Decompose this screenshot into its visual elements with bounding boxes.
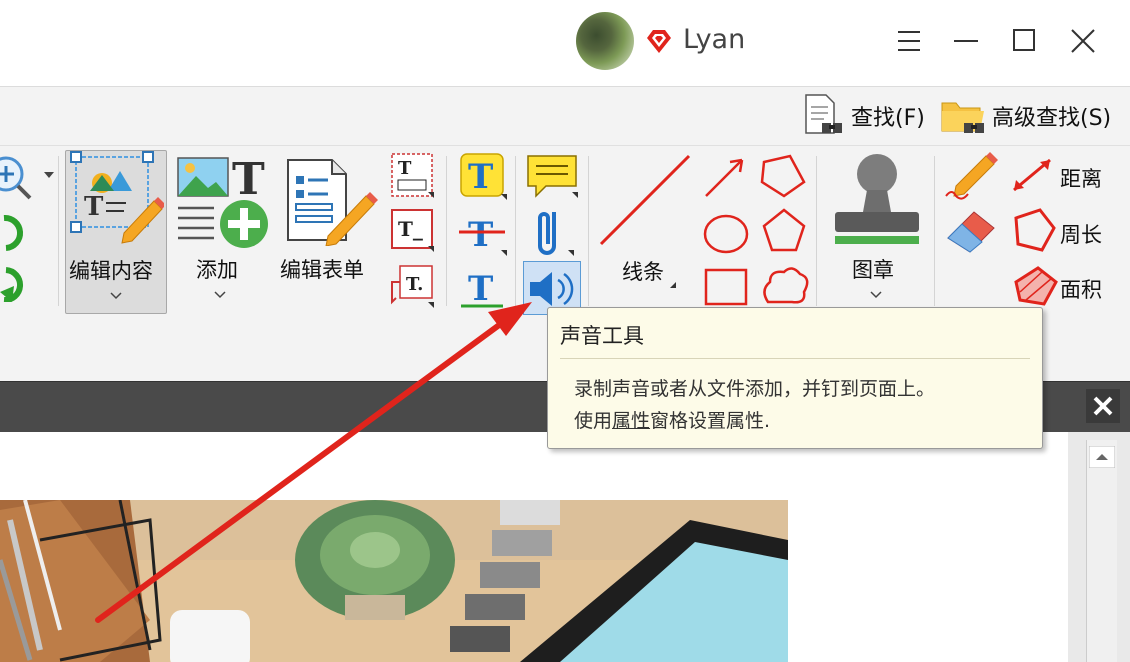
- rotate-right-icon[interactable]: [0, 267, 24, 302]
- arrow-icon[interactable]: [705, 158, 744, 197]
- tooltip-title: 声音工具: [560, 324, 644, 348]
- stamp-icon: [835, 154, 919, 244]
- add-label: 添加: [196, 258, 238, 282]
- vip-badge-icon: [647, 30, 671, 53]
- attachment-icon[interactable]: [538, 212, 574, 256]
- tooltip-description: 录制声音或者从文件添加，并钉到页面上。: [574, 378, 936, 400]
- stamp-button[interactable]: 图章: [825, 150, 929, 312]
- underline-icon[interactable]: T: [461, 269, 503, 309]
- lines-label[interactable]: 线条: [622, 256, 664, 286]
- rotate-left-icon[interactable]: [3, 214, 24, 251]
- maximize-icon[interactable]: [1006, 22, 1042, 58]
- stamp-label: 图章: [852, 258, 894, 282]
- svg-text:T: T: [84, 192, 104, 222]
- pentagon-icon[interactable]: [762, 208, 806, 252]
- separator: [58, 156, 59, 306]
- properties-link[interactable]: 属性: [612, 410, 650, 432]
- tooltip-divider: [560, 358, 1030, 359]
- separator: [934, 156, 935, 306]
- text-field-icon[interactable]: T: [391, 153, 434, 198]
- typewriter-icon[interactable]: T: [460, 153, 507, 200]
- zoom-rotate-group: [0, 156, 54, 302]
- polygon-outline-icon[interactable]: [760, 154, 806, 198]
- chevron-down-icon: [214, 291, 226, 299]
- zoom-in-icon[interactable]: [0, 156, 32, 200]
- username[interactable]: Lyan: [683, 24, 745, 55]
- sticky-note-icon[interactable]: [527, 155, 578, 198]
- minimize-icon[interactable]: [948, 22, 984, 58]
- separator: [816, 156, 817, 306]
- edit-content-icon: T: [70, 151, 164, 244]
- chevron-down-icon: [110, 292, 122, 300]
- dropdown-arrow-icon[interactable]: [44, 172, 54, 178]
- document-photo: [0, 500, 788, 662]
- area-icon[interactable]: [1014, 266, 1058, 306]
- separator: [588, 156, 589, 306]
- svg-text:T: T: [468, 157, 493, 197]
- advanced-find-icon[interactable]: [940, 95, 988, 139]
- edit-form-icon: [287, 159, 378, 246]
- search-toolbar: 查找(F) 高级查找(S): [0, 87, 1130, 146]
- edit-form-label: 编辑表单: [280, 258, 364, 282]
- vertical-scrollbar[interactable]: [1086, 440, 1117, 662]
- tooltip-text: 使用: [574, 410, 613, 432]
- svg-text:T.: T.: [406, 274, 423, 295]
- menu-icon[interactable]: [890, 22, 926, 58]
- perimeter-icon[interactable]: [1014, 208, 1056, 252]
- svg-text:T_: T_: [398, 217, 423, 241]
- drawing-tools: [945, 152, 998, 253]
- edit-content-label: 编辑内容: [69, 259, 153, 283]
- text-markup-tools: T T T: [459, 153, 507, 309]
- speaker-icon: [530, 272, 574, 306]
- dropdown-arrow-icon[interactable]: [668, 280, 678, 290]
- add-button[interactable]: T 添加: [172, 150, 272, 312]
- svg-text:T: T: [232, 154, 265, 205]
- title-bar: Lyan: [0, 0, 1130, 87]
- perimeter-label[interactable]: 周长: [1060, 219, 1102, 249]
- area-label[interactable]: 面积: [1060, 274, 1102, 304]
- edit-content-button[interactable]: T 编辑内容: [65, 150, 167, 314]
- distance-icon[interactable]: [1013, 158, 1051, 192]
- separator: [515, 156, 516, 306]
- svg-text:T: T: [468, 269, 493, 309]
- callout-icon[interactable]: T.: [391, 265, 434, 308]
- avatar[interactable]: [576, 12, 634, 70]
- advanced-find-button[interactable]: 高级查找(S): [992, 100, 1111, 132]
- text-field-tools: T T_ T.: [391, 153, 434, 308]
- shape-tools: [703, 154, 809, 306]
- chevron-down-icon: [870, 291, 882, 299]
- tooltip-description-line2: 使用属性窗格设置属性.: [574, 406, 770, 433]
- text-box-icon[interactable]: T_: [391, 209, 434, 252]
- svg-text:T: T: [398, 158, 412, 179]
- add-icon: T: [177, 154, 268, 248]
- scroll-up-icon[interactable]: [1089, 446, 1115, 468]
- tooltip-text: 窗格设置属性.: [650, 410, 771, 432]
- rectangle-icon[interactable]: [704, 268, 748, 306]
- measure-tools: [1013, 158, 1058, 306]
- comment-tools: [527, 155, 578, 306]
- svg-text:T: T: [468, 215, 493, 255]
- eraser-icon[interactable]: [947, 211, 995, 253]
- edit-form-button[interactable]: 编辑表单: [278, 150, 382, 312]
- close-window-icon[interactable]: [1064, 22, 1100, 58]
- ellipse-icon[interactable]: [703, 214, 749, 254]
- separator: [446, 156, 447, 306]
- line-icon[interactable]: [595, 152, 695, 252]
- strikeout-icon[interactable]: T: [459, 215, 507, 256]
- tooltip: 声音工具 录制声音或者从文件添加，并钉到页面上。 使用属性窗格设置属性.: [547, 307, 1043, 449]
- find-icon[interactable]: [800, 93, 846, 139]
- find-button[interactable]: 查找(F): [851, 100, 925, 132]
- pencil-icon[interactable]: [945, 152, 998, 200]
- cloud-icon[interactable]: [763, 267, 809, 304]
- close-panel-icon[interactable]: [1086, 389, 1120, 423]
- distance-label[interactable]: 距离: [1060, 163, 1102, 193]
